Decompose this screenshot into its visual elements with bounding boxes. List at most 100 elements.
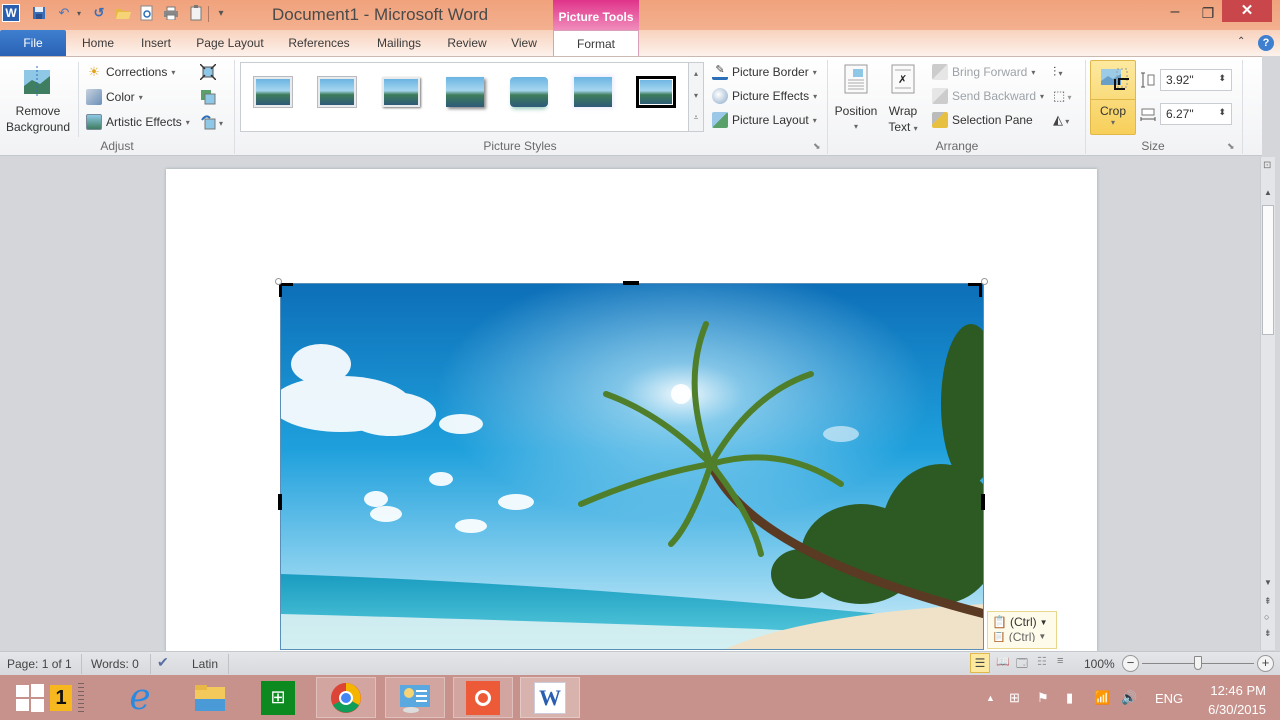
- size-dialog-launcher[interactable]: ⬊: [1227, 141, 1235, 152]
- zoom-out-button[interactable]: −: [1122, 655, 1139, 672]
- action-center-windows-icon[interactable]: ⊞: [1009, 690, 1020, 706]
- scroll-down-icon[interactable]: ▼: [1264, 578, 1272, 587]
- zoom-level[interactable]: 100%: [1084, 657, 1115, 671]
- inserted-picture[interactable]: [280, 283, 984, 650]
- zoom-slider-thumb[interactable]: [1194, 656, 1202, 670]
- taskbar-app-word[interactable]: W: [520, 677, 580, 718]
- gallery-scroll[interactable]: ▴ ▾ ⩡: [688, 63, 703, 131]
- picture-styles-dialog-launcher[interactable]: ⬊: [813, 141, 821, 152]
- picture-style-7-selected[interactable]: [636, 76, 676, 108]
- taskbar-app-camera[interactable]: [453, 677, 513, 718]
- tab-mailings[interactable]: Mailings: [366, 30, 432, 56]
- network-signal-icon[interactable]: 📶: [1094, 690, 1110, 706]
- clock[interactable]: 12:46 PM 6/30/2015: [1196, 681, 1266, 719]
- picture-style-3[interactable]: [382, 77, 420, 107]
- print-layout-view-icon[interactable]: ☰: [970, 653, 990, 673]
- bring-forward-button[interactable]: Bring Forward ▾: [932, 64, 1035, 80]
- crop-button[interactable]: Crop ▾: [1090, 60, 1136, 135]
- outline-view-icon[interactable]: ☷: [1037, 655, 1047, 668]
- position-button[interactable]: Position ▾: [832, 103, 880, 135]
- corrections-button[interactable]: ☀ Corrections ▾: [86, 64, 175, 80]
- taskbar-app-control-panel[interactable]: [385, 677, 445, 718]
- tab-review[interactable]: Review: [440, 30, 494, 56]
- artistic-effects-button[interactable]: Artistic Effects ▾: [86, 114, 190, 130]
- taskbar-app-internet-explorer[interactable]: e: [110, 677, 170, 718]
- tab-references[interactable]: References: [280, 30, 358, 56]
- crop-handle-right[interactable]: [981, 494, 985, 510]
- undo-dropdown-icon[interactable]: ▾: [70, 4, 88, 22]
- scroll-up-icon[interactable]: ▲: [1264, 188, 1272, 197]
- align-button[interactable]: ⫶ ▾: [1053, 64, 1063, 80]
- tab-format[interactable]: Format: [553, 30, 639, 56]
- crop-handle-top[interactable]: [623, 281, 639, 285]
- redo-icon[interactable]: ↺: [90, 4, 108, 22]
- gallery-more-icon[interactable]: ⩡: [689, 107, 703, 129]
- picture-border-button[interactable]: ✎ Picture Border ▾: [712, 64, 817, 80]
- tab-home[interactable]: Home: [70, 30, 126, 56]
- remove-background-button[interactable]: Remove Background: [2, 103, 74, 135]
- close-button[interactable]: ✕: [1222, 0, 1272, 22]
- web-layout-view-icon[interactable]: 🗔: [1016, 655, 1028, 674]
- height-spinner-icon[interactable]: ⬍: [1218, 73, 1226, 87]
- rotate-button[interactable]: ◭ ▾: [1053, 112, 1069, 128]
- compress-pictures-icon[interactable]: [199, 63, 217, 81]
- volume-icon[interactable]: 🔊: [1121, 690, 1137, 706]
- next-page-icon[interactable]: ⇟: [1264, 628, 1272, 639]
- scrollbar-thumb[interactable]: [1262, 205, 1274, 335]
- crop-handle-top-right[interactable]: [968, 283, 982, 297]
- open-icon[interactable]: [114, 4, 132, 22]
- customize-qat-icon[interactable]: ▾: [212, 4, 230, 22]
- group-objects-button[interactable]: ⬚ ▾: [1053, 88, 1072, 104]
- action-center-flag-icon[interactable]: ⚑: [1037, 690, 1049, 706]
- save-icon[interactable]: [30, 4, 48, 22]
- wrap-text-button[interactable]: Wrap Text ▾: [882, 103, 924, 137]
- picture-effects-button[interactable]: Picture Effects ▾: [712, 88, 817, 104]
- minimize-button[interactable]: –: [1160, 0, 1190, 28]
- maximize-button[interactable]: ❐: [1193, 0, 1223, 28]
- full-screen-reading-view-icon[interactable]: 📖: [996, 655, 1010, 668]
- shape-width-input[interactable]: 6.27" ⬍: [1160, 103, 1232, 125]
- previous-page-icon[interactable]: ⇞: [1264, 596, 1272, 607]
- clipboard-icon[interactable]: [187, 4, 205, 22]
- resize-handle-top-left[interactable]: [275, 278, 282, 285]
- tab-file[interactable]: File: [0, 30, 66, 56]
- print-icon[interactable]: [162, 4, 180, 22]
- tab-view[interactable]: View: [502, 30, 546, 56]
- draft-view-icon[interactable]: ≡: [1057, 655, 1063, 667]
- color-button[interactable]: Color ▾: [86, 89, 143, 105]
- paste-options-button[interactable]: 📋 (Ctrl) ▼ 📋 (Ctrl) ▼: [987, 611, 1057, 649]
- page-count[interactable]: Page: 1 of 1: [7, 657, 72, 671]
- gallery-up-icon[interactable]: ▴: [689, 63, 703, 85]
- shape-height-input[interactable]: 3.92" ⬍: [1160, 69, 1232, 91]
- proofing-icon[interactable]: ✔: [157, 654, 169, 671]
- taskbar-app-file-explorer[interactable]: [180, 677, 240, 718]
- crop-handle-top-left[interactable]: [279, 283, 293, 297]
- collapse-ribbon-icon[interactable]: ⌃: [1237, 36, 1245, 47]
- picture-layout-button[interactable]: Picture Layout ▾: [712, 112, 817, 128]
- reset-picture-button[interactable]: ▾: [200, 114, 226, 130]
- zoom-in-button[interactable]: +: [1257, 655, 1274, 672]
- show-hidden-icons[interactable]: ▲: [986, 693, 995, 703]
- gallery-down-icon[interactable]: ▾: [689, 85, 703, 107]
- input-language[interactable]: ENG: [1155, 691, 1183, 706]
- picture-style-5[interactable]: [510, 77, 548, 107]
- tab-page-layout[interactable]: Page Layout: [188, 30, 272, 56]
- change-picture-icon[interactable]: [200, 89, 216, 105]
- print-preview-icon[interactable]: [138, 4, 156, 22]
- help-icon[interactable]: ?: [1258, 35, 1274, 51]
- width-spinner-icon[interactable]: ⬍: [1218, 107, 1226, 121]
- crop-handle-left[interactable]: [278, 494, 282, 510]
- ruler-toggle-icon[interactable]: ⊡: [1263, 160, 1271, 171]
- tab-insert[interactable]: Insert: [130, 30, 182, 56]
- resize-handle-top-right[interactable]: [981, 278, 988, 285]
- taskbar-app-1password[interactable]: 1: [42, 677, 92, 718]
- picture-style-1[interactable]: [254, 77, 292, 107]
- send-backward-button[interactable]: Send Backward ▾: [932, 88, 1044, 104]
- word-logo-icon[interactable]: W: [2, 4, 20, 22]
- taskbar-app-chrome[interactable]: [316, 677, 376, 718]
- picture-style-2[interactable]: [318, 77, 356, 107]
- browse-object-icon[interactable]: ○: [1264, 612, 1269, 622]
- picture-style-4[interactable]: [446, 77, 484, 107]
- picture-style-6[interactable]: [574, 77, 612, 107]
- selection-pane-button[interactable]: Selection Pane: [932, 112, 1033, 128]
